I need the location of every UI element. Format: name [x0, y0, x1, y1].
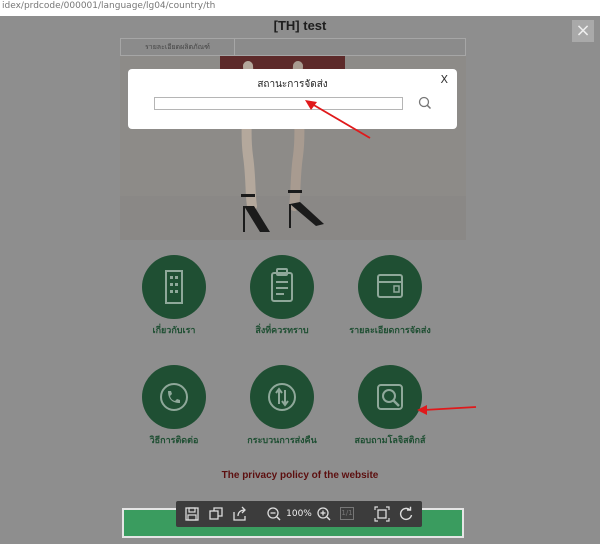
icon-label: วิธีการติดต่อ	[149, 436, 199, 446]
share-icon[interactable]	[232, 506, 248, 522]
zoom-level: 100%	[286, 509, 312, 519]
close-button[interactable]: ×	[572, 20, 594, 42]
tracking-input[interactable]	[154, 97, 403, 110]
rotate-icon[interactable]	[398, 506, 414, 522]
viewer-toolbar: 100% 1/1	[176, 501, 422, 527]
close-icon: ×	[575, 20, 591, 41]
icon-circle	[250, 365, 314, 429]
delivery-box-icon	[377, 274, 403, 298]
url-text: idex/prdcode/000001/language/lg04/countr…	[2, 1, 216, 11]
return-arrows-icon	[268, 383, 296, 411]
icon-circle	[250, 255, 314, 319]
save-icon[interactable]	[184, 506, 200, 522]
icon-label: เกี่ยวกับเรา	[152, 326, 196, 336]
zoom-in-icon[interactable]	[316, 506, 332, 522]
icon-circle	[142, 255, 206, 319]
phone-icon	[160, 383, 188, 411]
icon-label: สอบถามโลจิสติกส์	[354, 436, 426, 446]
page-title: [TH] test	[273, 18, 327, 33]
icon-circle	[358, 255, 422, 319]
icon-circle	[358, 365, 422, 429]
logistics-search-icon	[377, 384, 403, 410]
tab-product-details[interactable]: รายละเอียดผลิตภัณฑ์	[121, 39, 235, 55]
zoom-out-icon[interactable]	[266, 506, 282, 522]
browser-url-bar[interactable]: idex/prdcode/000001/language/lg04/countr…	[0, 0, 600, 16]
delivery-status-dialog: สถานะการจัดส่ง X	[128, 69, 457, 129]
clipboard-icon	[271, 268, 293, 302]
copy-icon[interactable]	[208, 506, 224, 522]
icon-circle	[142, 365, 206, 429]
dialog-close-button[interactable]: X	[440, 73, 448, 86]
icon-label: สิ่งที่ควรทราบ	[255, 326, 309, 336]
page-indicator: 1/1	[340, 507, 354, 520]
fit-screen-icon[interactable]	[374, 506, 390, 522]
product-tabs: รายละเอียดผลิตภัณฑ์	[120, 38, 466, 56]
dialog-title: สถานะการจัดส่ง	[257, 79, 328, 90]
search-icon[interactable]	[417, 95, 433, 111]
privacy-policy-link[interactable]: The privacy policy of the website	[0, 470, 600, 481]
icon-label: กระบวนการส่งคืน	[247, 436, 317, 446]
icon-label: รายละเอียดการจัดส่ง	[349, 326, 431, 336]
building-icon	[165, 270, 183, 304]
